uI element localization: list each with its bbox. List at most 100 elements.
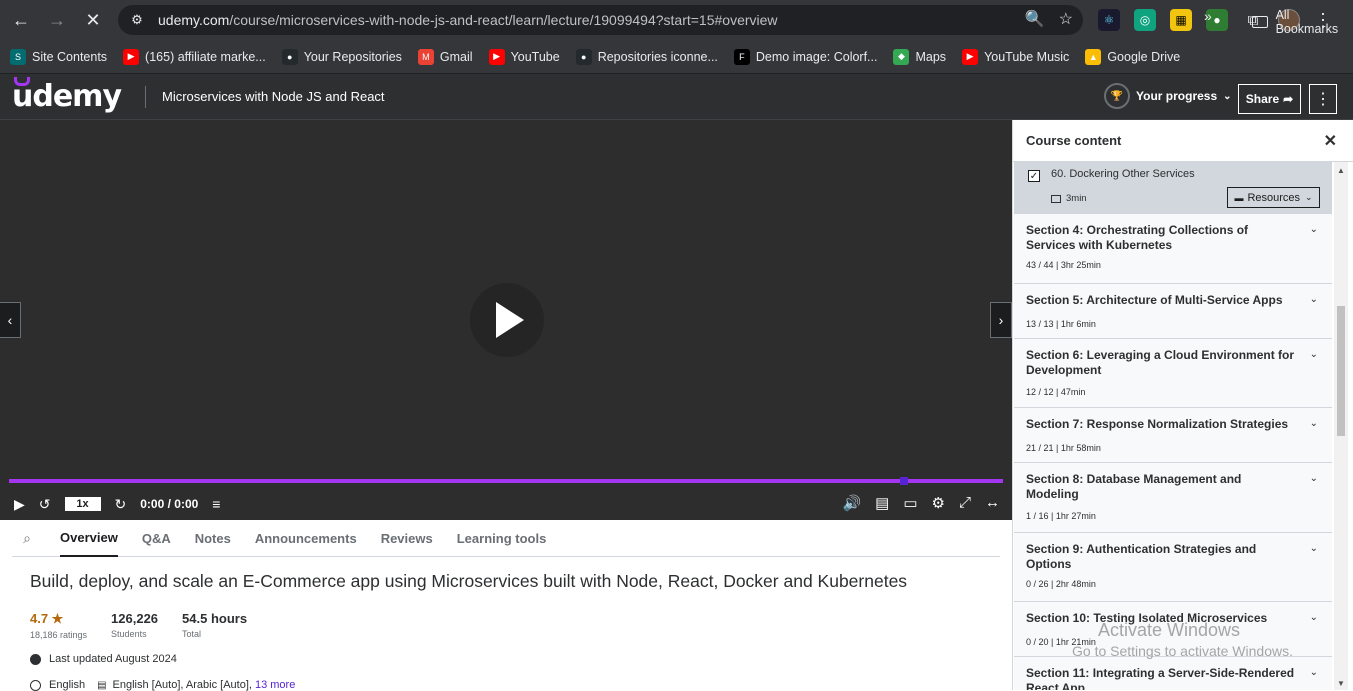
url-text[interactable]: udemy.com/course/microservices-with-node… <box>158 12 778 28</box>
bookmarks-overflow-icon[interactable]: » <box>1204 8 1212 24</box>
section-meta: 1 / 16 | 1hr 27min <box>1026 511 1096 521</box>
current-lecture-item[interactable]: ✓ 60. Dockering Other Services 3min ▬ Res… <box>1014 162 1332 214</box>
bookmark-label: YouTube <box>510 49 560 64</box>
back-arrow-icon[interactable]: ← <box>6 5 36 35</box>
playback-speed-button[interactable]: 1x <box>64 497 101 511</box>
tab-learning-tools[interactable]: Learning tools <box>457 520 547 557</box>
course-title[interactable]: Microservices with Node JS and React <box>162 89 385 104</box>
section-title: Section 8: Database Management and Model… <box>1026 472 1242 501</box>
captions-icon[interactable]: ▭ <box>903 494 917 512</box>
scrollbar-thumb[interactable] <box>1337 306 1345 436</box>
transcript-icon[interactable]: ▤ <box>875 494 889 512</box>
bookmark-item[interactable]: ▶ YouTube <box>488 48 560 65</box>
bookmark-favicon-icon: M <box>417 48 434 65</box>
bookmark-item[interactable]: M Gmail <box>417 48 473 65</box>
bookmark-item[interactable]: ▶ (165) affiliate marke... <box>123 48 266 65</box>
bookmark-item[interactable]: ◆ Maps <box>893 48 947 65</box>
all-bookmarks-label: All Bookmarks <box>1275 8 1339 36</box>
resources-label: Resources <box>1247 191 1301 204</box>
section-meta: 12 / 12 | 47min <box>1026 387 1086 397</box>
scroll-down-icon[interactable]: ▼ <box>1337 679 1345 688</box>
resources-button[interactable]: ▬ Resources ⌄ <box>1227 187 1320 208</box>
play-button-icon[interactable]: ▶ <box>14 496 25 513</box>
scroll-up-icon[interactable]: ▲ <box>1337 166 1345 175</box>
section-item[interactable]: Section 8: Database Management and Model… <box>1014 463 1332 533</box>
section-title: Section 4: Orchestrating Collections of … <box>1026 223 1249 252</box>
section-item[interactable]: Section 6: Leveraging a Cloud Environmen… <box>1014 339 1332 408</box>
stop-loading-icon[interactable]: ✕ <box>78 5 108 35</box>
chevron-down-icon: ⌄ <box>1309 667 1318 678</box>
bookmark-favicon-icon: ▲ <box>1085 48 1102 65</box>
chatgpt-extension-icon[interactable]: ◎ <box>1134 9 1156 31</box>
bookmark-item[interactable]: ● Your Repositories <box>281 48 402 65</box>
zoom-icon[interactable]: 🔍 <box>1025 9 1045 29</box>
next-lecture-button[interactable]: › <box>990 302 1012 338</box>
lecture-checkbox[interactable]: ✓ <box>1028 170 1040 182</box>
bookmark-favicon-icon: ▶ <box>488 48 505 65</box>
bookmark-label: Your Repositories <box>303 49 402 64</box>
section-item[interactable]: Section 10: Testing Isolated Microservic… <box>1014 602 1332 657</box>
settings-gear-icon[interactable]: ⚙ <box>932 494 945 512</box>
kebab-icon: ⋮ <box>1315 91 1331 108</box>
extension-icon[interactable]: ▦ <box>1170 9 1192 31</box>
bookmark-item[interactable]: ▶ YouTube Music <box>962 48 1069 65</box>
add-note-icon[interactable]: ≡ <box>212 496 220 512</box>
more-options-button[interactable]: ⋮ <box>1309 84 1337 114</box>
forward-icon[interactable]: ↻ <box>115 496 127 513</box>
tab-reviews[interactable]: Reviews <box>381 520 433 557</box>
info-icon <box>30 653 41 665</box>
bookmark-label: Site Contents <box>32 49 108 64</box>
more-captions-link[interactable]: 13 more <box>255 679 295 691</box>
video-icon <box>1051 194 1061 203</box>
bookmark-item[interactable]: ● Repositories iconne... <box>575 48 718 65</box>
react-devtools-icon[interactable]: ⚛ <box>1098 9 1120 31</box>
volume-icon[interactable]: 🔊 <box>842 494 861 512</box>
bookmark-star-icon[interactable]: ☆ <box>1059 9 1073 29</box>
bookmark-item[interactable]: ▲ Google Drive <box>1085 48 1180 65</box>
rewind-icon[interactable]: ↺ <box>39 496 51 513</box>
play-overlay-button[interactable] <box>470 283 544 357</box>
previous-lecture-button[interactable]: ‹ <box>0 302 21 338</box>
udemy-logo[interactable]: udemy <box>12 79 122 114</box>
section-item[interactable]: Section 7: Response Normalization Strate… <box>1014 408 1332 463</box>
search-icon[interactable]: ⌕ <box>12 530 42 547</box>
folder-icon <box>1252 16 1268 28</box>
section-item[interactable]: Section 4: Orchestrating Collections of … <box>1014 214 1332 284</box>
video-player[interactable]: ‹ › ▶ ↺ 1x ↻ 0:00 / 0:00 ≡ 🔊 ▤ ▭ ⚙ ⤢ ↔ <box>0 120 1012 520</box>
address-bar[interactable]: ⚙ udemy.com/course/microservices-with-no… <box>118 5 1083 35</box>
captions-text: English [Auto], Arabic [Auto], <box>112 679 252 691</box>
bookmark-label: Maps <box>915 49 947 64</box>
lecture-duration: 3min <box>1051 193 1087 204</box>
share-button[interactable]: Share ➦ <box>1238 84 1301 114</box>
seek-handle[interactable] <box>899 477 908 485</box>
bookmark-label: Demo image: Colorf... <box>755 49 878 64</box>
globe-icon <box>30 679 41 691</box>
section-title: Section 9: Authentication Strategies and… <box>1026 542 1257 571</box>
tab-notes[interactable]: Notes <box>195 520 231 557</box>
fullscreen-icon[interactable]: ⤢ <box>959 494 971 512</box>
section-item[interactable]: Section 11: Integrating a Server-Side-Re… <box>1014 657 1332 690</box>
site-info-icon[interactable]: ⚙ <box>124 9 150 31</box>
tab-announcements[interactable]: Announcements <box>255 520 357 557</box>
last-updated-text: Last updated August 2024 <box>49 653 177 665</box>
seek-bar[interactable] <box>9 479 1003 483</box>
section-item[interactable]: Section 9: Authentication Strategies and… <box>1014 533 1332 602</box>
bookmark-item[interactable]: S Site Contents <box>10 48 108 65</box>
close-icon[interactable]: ✕ <box>1324 131 1337 151</box>
tab-overview[interactable]: Overview <box>60 520 118 557</box>
forward-arrow-icon[interactable]: → <box>42 5 72 35</box>
section-meta: 0 / 26 | 2hr 48min <box>1026 579 1096 589</box>
course-headline: Build, deploy, and scale an E-Commerce a… <box>30 571 908 591</box>
tab-q-a[interactable]: Q&A <box>142 520 171 557</box>
url-host: udemy.com <box>158 12 230 28</box>
chevron-down-icon: ⌄ <box>1223 90 1232 102</box>
bookmark-item[interactable]: F Demo image: Colorf... <box>733 48 878 65</box>
section-item[interactable]: Section 5: Architecture of Multi-Service… <box>1014 284 1332 339</box>
rating-count: 18,186 ratings <box>30 630 88 640</box>
expand-width-icon[interactable]: ↔ <box>985 494 1000 512</box>
chevron-down-icon: ⌄ <box>1309 473 1318 484</box>
all-bookmarks-button[interactable]: All Bookmarks <box>1252 8 1353 36</box>
bookmarks-bar: S Site Contents ▶ (165) affiliate marke... ●… <box>0 40 1353 74</box>
progress-button[interactable]: 🏆 Your progress ⌄ <box>1104 83 1232 109</box>
language-text: English <box>49 679 86 691</box>
